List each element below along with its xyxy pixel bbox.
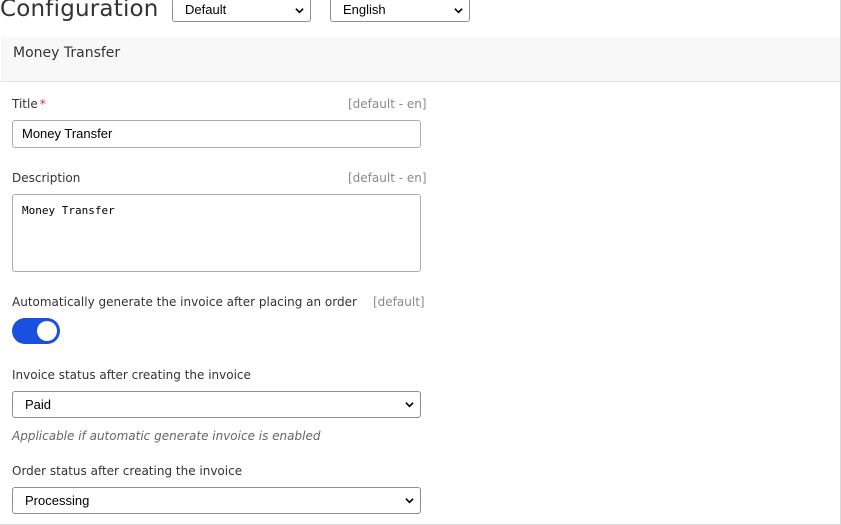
title-scope-note: [default - en] bbox=[348, 97, 427, 111]
title-input-value: Money Transfer bbox=[22, 126, 113, 141]
title-label-text: Title bbox=[12, 97, 38, 111]
page-title: Configuration bbox=[0, 0, 159, 22]
description-textarea[interactable]: Money Transfer bbox=[12, 194, 421, 272]
language-select-value: English bbox=[343, 2, 386, 17]
description-label: Description bbox=[12, 171, 81, 185]
auto-invoice-toggle[interactable] bbox=[12, 318, 60, 344]
auto-invoice-scope-note: [default] bbox=[373, 295, 425, 309]
section-title: Money Transfer bbox=[13, 45, 121, 61]
chevron-down-icon bbox=[454, 8, 463, 14]
configuration-page: Configuration Default English Money Tran… bbox=[0, 0, 841, 525]
title-label: Title * bbox=[12, 97, 46, 111]
required-marker: * bbox=[39, 97, 46, 111]
section-header: Money Transfer bbox=[1, 37, 840, 82]
chevron-down-icon bbox=[405, 402, 414, 408]
language-select[interactable]: English bbox=[330, 0, 470, 22]
invoice-status-value: Paid bbox=[25, 397, 52, 412]
description-value: Money Transfer bbox=[22, 204, 115, 217]
order-status-label: Order status after creating the invoice bbox=[12, 464, 243, 478]
order-status-value: Processing bbox=[25, 493, 90, 508]
scope-select-value: Default bbox=[185, 2, 227, 17]
auto-invoice-label: Automatically generate the invoice after… bbox=[12, 295, 357, 309]
chevron-down-icon bbox=[405, 498, 414, 504]
title-input[interactable]: Money Transfer bbox=[12, 120, 421, 148]
description-scope-note: [default - en] bbox=[348, 171, 427, 185]
invoice-status-hint: Applicable if automatic generate invoice… bbox=[12, 429, 321, 443]
scope-select[interactable]: Default bbox=[172, 0, 311, 22]
toggle-knob bbox=[37, 321, 57, 341]
order-status-select[interactable]: Processing bbox=[12, 487, 421, 514]
chevron-down-icon bbox=[295, 8, 304, 14]
invoice-status-select[interactable]: Paid bbox=[12, 391, 421, 418]
invoice-status-label: Invoice status after creating the invoic… bbox=[12, 368, 251, 382]
